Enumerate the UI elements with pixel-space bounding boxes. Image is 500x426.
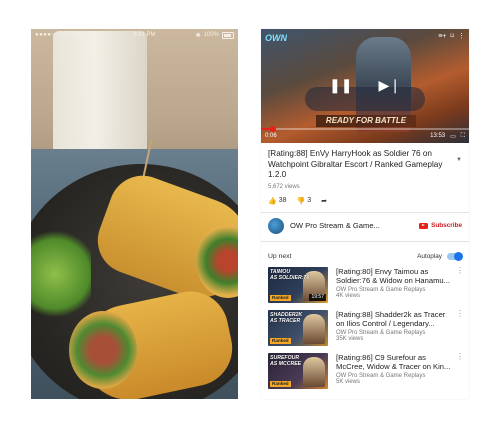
video-thumbnail[interactable]: SHADDER2K AS TRACER Ranked	[268, 309, 328, 346]
cast-icon[interactable]: ⌑	[450, 32, 454, 40]
video-info: [Rating:88] EnVy HarryHook as Soldier 76…	[261, 143, 469, 389]
subscribe-button[interactable]: Subscribe	[419, 222, 462, 229]
list-item-views: 35K views	[336, 335, 364, 342]
list-item-title[interactable]: [Rating:88] Shadder2k as Tracer on Ilios…	[336, 310, 454, 329]
list-item-text: [Rating:86] C9 Surefour as McCree, Widow…	[336, 353, 462, 389]
share-button[interactable]: ➦	[321, 197, 327, 205]
up-next-label: Up next	[268, 252, 292, 260]
list-item-views: 4K views	[336, 292, 361, 299]
duration-label: 19:57	[309, 293, 326, 301]
next-icon[interactable]: ▶❘	[378, 77, 401, 94]
carrier: ●●●●○ SKETCH ≋	[35, 32, 93, 39]
status-bar: ●●●●○ SKETCH ≋ 9:41 PM ✱ 100%	[31, 29, 238, 41]
status-time: 9:41 PM	[133, 32, 156, 38]
list-item[interactable]: TAIMOU AS SOLDIER:76 Ranked 19:57 [Ratin…	[268, 266, 464, 303]
list-item-views: 5K views	[336, 378, 361, 385]
list-item[interactable]: SUREFOUR AS MCCREE Ranked [Rating:86] C9…	[268, 352, 464, 389]
fullscreen-icon[interactable]: ⛶	[461, 133, 465, 140]
battery-icon	[222, 31, 234, 39]
thumbs-up-icon: 👍	[268, 197, 277, 205]
player-controls: ❚❚ ▶❘	[261, 77, 469, 94]
total-time: 13:53	[430, 133, 446, 139]
item-more-icon[interactable]: ⋮	[456, 309, 464, 318]
add-to-playlist-icon[interactable]: ≡+	[438, 33, 446, 40]
thumbnail-label: SUREFOUR AS MCCREE	[270, 354, 302, 367]
channel-name[interactable]: OW Pro Stream & Game...	[290, 221, 419, 230]
current-time: 0:06	[265, 133, 277, 139]
share-icon: ➦	[321, 197, 328, 205]
like-count: 38	[278, 197, 287, 205]
banner-text: READY FOR BATTLE	[325, 116, 407, 125]
list-item[interactable]: SHADDER2K AS TRACER Ranked [Rating:88] S…	[268, 309, 464, 346]
channel-logo: OWN	[265, 33, 287, 43]
channel-avatar[interactable]	[268, 217, 284, 234]
bluetooth-icon: ✱	[195, 32, 201, 39]
up-next-header: Up next Autoplay	[268, 251, 463, 261]
divider	[261, 240, 469, 242]
autoplay-label: Autoplay	[417, 252, 442, 260]
thumbnail-label: SHADDER2K AS TRACER	[270, 311, 303, 324]
ranked-badge: Ranked	[270, 380, 291, 387]
player-top-icons: ≡+ ⌑ ⋮	[438, 32, 465, 41]
battery-label: 100%	[203, 32, 219, 38]
ranked-badge: Ranked	[270, 294, 291, 301]
video-thumbnail[interactable]: SUREFOUR AS MCCREE Ranked	[268, 352, 328, 389]
list-item-text: [Rating:88] Shadder2k as Tracer on Ilios…	[336, 310, 462, 346]
wrap-bottom-filling	[69, 311, 137, 389]
autoplay-toggle[interactable]	[447, 251, 463, 261]
action-bar: 👍 38 👎 3 ➦	[268, 197, 462, 205]
list-item-title[interactable]: [Rating:86] C9 Surefour as McCree, Widow…	[336, 353, 454, 372]
like-button[interactable]: 👍 38	[268, 197, 287, 205]
video-thumbnail[interactable]: TAIMOU AS SOLDIER:76 Ranked 19:57	[268, 266, 328, 303]
autoplay-control: Autoplay	[417, 251, 463, 261]
dislike-button[interactable]: 👎 3	[297, 197, 312, 205]
right-phone-screen: READY FOR BATTLE OWN ≡+ ⌑ ⋮ ❚❚ ▶❘ 0:06 1…	[261, 29, 469, 399]
player-bottom-right: 13:53 ▭ ⛶	[430, 133, 465, 140]
list-item-text: [Rating:80] Envy Taimou as Soldier:76 & …	[336, 267, 462, 303]
thumbs-down-icon: 👎	[296, 197, 306, 205]
thumbnail-character	[303, 313, 325, 344]
share-screen-icon[interactable]: ▭	[450, 133, 456, 140]
thumbnail-character	[303, 356, 325, 387]
salad-greens	[31, 229, 91, 319]
milk-glass	[53, 31, 147, 161]
divider	[261, 211, 469, 213]
thumbnail-label: TAIMOU AS SOLDIER:76	[270, 268, 310, 281]
item-more-icon[interactable]: ⋮	[456, 352, 464, 361]
expand-icon[interactable]: ▼	[456, 157, 462, 163]
more-icon[interactable]: ⋮	[458, 32, 465, 40]
player-bottom-bar: 0:06 13:53 ▭ ⛶	[261, 129, 469, 143]
ranked-badge: Ranked	[270, 337, 291, 344]
up-next-list: TAIMOU AS SOLDIER:76 Ranked 19:57 [Ratin…	[268, 266, 464, 389]
carrier-label: ●●●●○ SKETCH	[35, 32, 86, 38]
dislike-count: 3	[307, 197, 312, 205]
play-pause-icon[interactable]: ❚❚	[329, 77, 352, 94]
status-right: ✱ 100%	[195, 31, 234, 39]
video-player[interactable]: READY FOR BATTLE OWN ≡+ ⌑ ⋮ ❚❚ ▶❘ 0:06 1…	[261, 29, 469, 143]
item-more-icon[interactable]: ⋮	[456, 266, 464, 275]
subscribe-label: Subscribe	[431, 222, 462, 230]
list-item-title[interactable]: [Rating:80] Envy Taimou as Soldier:76 & …	[336, 267, 454, 286]
left-phone-screen: ●●●●○ SKETCH ≋ 9:41 PM ✱ 100%	[31, 29, 238, 399]
wifi-icon: ≋	[88, 32, 94, 39]
channel-row: OW Pro Stream & Game... Subscribe	[268, 217, 462, 234]
youtube-icon	[419, 222, 429, 229]
video-banner: READY FOR BATTLE	[316, 115, 416, 127]
video-title[interactable]: [Rating:88] EnVy HarryHook as Soldier 76…	[268, 149, 462, 181]
view-count: 5,672 views	[268, 183, 300, 190]
